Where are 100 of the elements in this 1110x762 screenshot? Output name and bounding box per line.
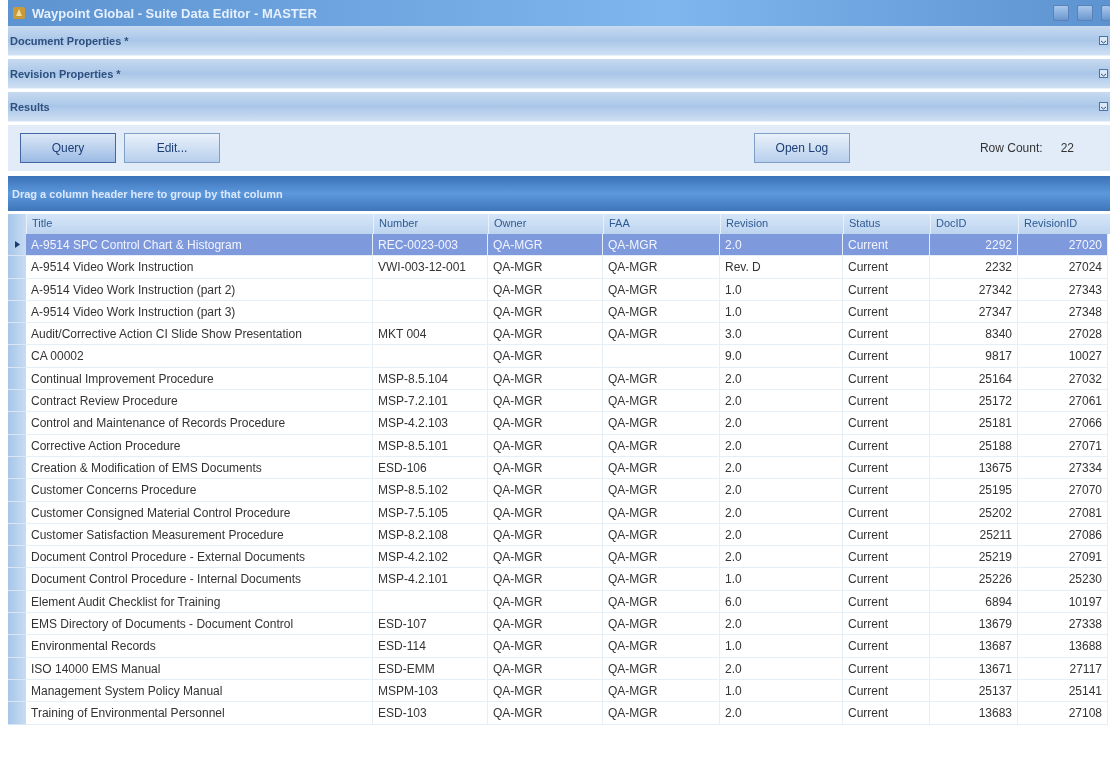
table-cell: 2.0 xyxy=(720,479,843,502)
table-cell: REC-0023-003 xyxy=(373,234,488,257)
table-cell: QA-MGR xyxy=(603,590,720,614)
table-cell: 25181 xyxy=(930,412,1018,435)
table-cell: 27342 xyxy=(930,278,1018,301)
row-selector[interactable] xyxy=(8,234,26,257)
table-cell: 2.0 xyxy=(720,657,843,680)
table-cell: Current xyxy=(843,278,930,301)
table-cell: 25195 xyxy=(930,479,1018,502)
table-cell: Element Audit Checklist for Training xyxy=(26,590,373,614)
table-cell: 2232 xyxy=(930,256,1018,279)
table-cell: 25211 xyxy=(930,523,1018,547)
table-cell: 27061 xyxy=(1018,390,1108,413)
table-cell: 2.0 xyxy=(720,434,843,457)
window-title: Waypoint Global - Suite Data Editor - MASTER xyxy=(32,5,317,21)
table-cell: MKT 004 xyxy=(373,323,488,346)
table-cell: ESD-114 xyxy=(373,635,488,658)
table-cell: QA-MGR xyxy=(603,702,720,725)
table-cell: QA-MGR xyxy=(488,679,603,703)
table-cell: VWI-003-12-001 xyxy=(373,256,488,279)
table-cell: Current xyxy=(843,234,930,257)
table-cell: QA-MGR xyxy=(488,278,603,301)
table-cell: 27020 xyxy=(1018,234,1108,257)
table-cell: QA-MGR xyxy=(488,590,603,614)
table-cell: Current xyxy=(843,546,930,569)
table-cell: MSP-4.2.101 xyxy=(373,568,488,591)
table-cell: QA-MGR xyxy=(488,479,603,502)
close-button[interactable] xyxy=(1101,5,1110,21)
toolbar-button[interactable]: Query xyxy=(20,133,116,163)
table-cell: Current xyxy=(843,613,930,636)
table-cell: 2292 xyxy=(930,234,1018,257)
header-corner xyxy=(8,214,26,234)
table-cell: QA-MGR xyxy=(603,278,720,301)
table-cell: QA-MGR xyxy=(488,523,603,547)
table-cell: QA-MGR xyxy=(603,456,720,480)
table-cell: Creation & Modification of EMS Documents xyxy=(26,456,373,480)
table-cell: MSP-4.2.102 xyxy=(373,546,488,569)
table-cell: Audit/Corrective Action CI Slide Show Presentation xyxy=(26,323,373,346)
table-cell: Current xyxy=(843,367,930,391)
table-cell: Current xyxy=(843,412,930,435)
table-cell: Current xyxy=(843,479,930,502)
row-count-label: Row Count: xyxy=(979,141,1043,155)
table-cell: QA-MGR xyxy=(603,390,720,413)
table-cell: Current xyxy=(843,702,930,725)
table-cell: Environmental Records xyxy=(26,635,373,658)
table-cell: 27086 xyxy=(1018,523,1108,547)
table-cell: Rev. D xyxy=(720,256,843,279)
table-cell: 25202 xyxy=(930,501,1018,524)
table-cell: QA-MGR xyxy=(603,323,720,346)
table-cell: Current xyxy=(843,434,930,457)
open-log-button[interactable]: Open Log xyxy=(753,133,850,163)
table-cell: 2.0 xyxy=(720,546,843,569)
table-cell: QA-MGR xyxy=(603,501,720,524)
table-cell: 27338 xyxy=(1018,613,1108,636)
panel-header[interactable]: Document Properties * xyxy=(8,26,1110,56)
table-cell: Current xyxy=(843,523,930,547)
table-cell: Current xyxy=(843,256,930,279)
table-cell: QA-MGR xyxy=(603,412,720,435)
table-cell: 27028 xyxy=(1018,323,1108,346)
table-cell: 25141 xyxy=(1018,679,1108,703)
collapse-icon xyxy=(1099,102,1108,111)
table-cell: ESD-106 xyxy=(373,456,488,480)
table-cell: A-9514 SPC Control Chart & Histogram xyxy=(26,234,373,257)
table-cell: QA-MGR xyxy=(603,657,720,680)
table-cell: 27091 xyxy=(1018,546,1108,569)
table-cell: QA-MGR xyxy=(488,501,603,524)
table-cell: Current xyxy=(843,300,930,324)
table-cell: Current xyxy=(843,590,930,614)
table-cell: MSP-8.5.101 xyxy=(373,434,488,457)
toolbar-button[interactable]: Edit... xyxy=(124,133,220,163)
table-cell: QA-MGR xyxy=(488,613,603,636)
table-cell: 2.0 xyxy=(720,613,843,636)
table-cell: QA-MGR xyxy=(603,679,720,703)
row-count-value: 22 xyxy=(1060,141,1074,155)
table-cell: QA-MGR xyxy=(603,300,720,324)
table-cell: MSP-4.2.103 xyxy=(373,412,488,435)
table-cell: Current xyxy=(843,345,930,368)
table-cell: 25219 xyxy=(930,546,1018,569)
table-cell: 2.0 xyxy=(720,367,843,391)
table-cell: 13687 xyxy=(930,635,1018,658)
table-cell: ESD-107 xyxy=(373,613,488,636)
table-cell: MSP-7.5.105 xyxy=(373,501,488,524)
table-cell: 27032 xyxy=(1018,367,1108,391)
table-cell: QA-MGR xyxy=(488,568,603,591)
table-cell: Current xyxy=(843,501,930,524)
table-cell: QA-MGR xyxy=(488,412,603,435)
panel-header[interactable]: Results xyxy=(8,92,1110,122)
table-cell: MSP-8.5.104 xyxy=(373,367,488,391)
minimize-button[interactable] xyxy=(1053,5,1069,21)
table-cell: 13683 xyxy=(930,702,1018,725)
table-cell: MSP-8.5.102 xyxy=(373,479,488,502)
table-cell: 2.0 xyxy=(720,390,843,413)
panel-header[interactable]: Revision Properties * xyxy=(8,59,1110,89)
table-cell: 6.0 xyxy=(720,590,843,614)
table-cell: QA-MGR xyxy=(603,613,720,636)
table-cell: Customer Concerns Procedure xyxy=(26,479,373,502)
table-cell: Training of Environmental Personnel xyxy=(26,702,373,725)
table-cell: 10027 xyxy=(1018,345,1108,368)
maximize-button[interactable] xyxy=(1077,5,1093,21)
table-cell: 27117 xyxy=(1018,657,1108,680)
